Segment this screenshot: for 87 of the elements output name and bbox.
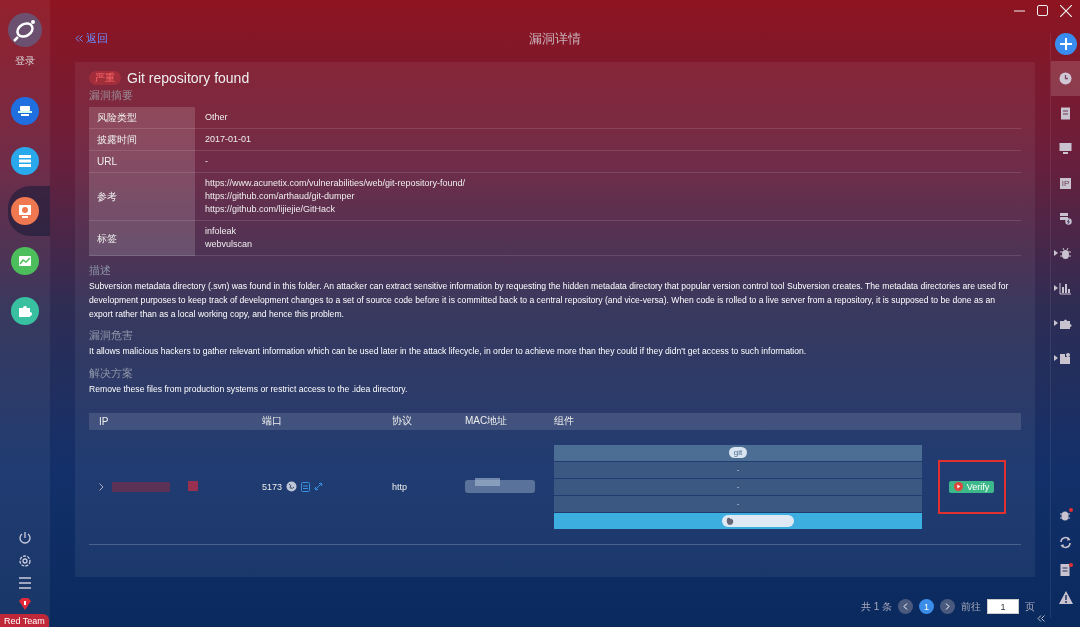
- database-icon[interactable]: [301, 482, 311, 492]
- team-badge: Red Team: [0, 614, 49, 627]
- hat-icon: [17, 103, 33, 119]
- port-value: 5173: [262, 482, 283, 492]
- ip-icon: IP: [1059, 178, 1072, 189]
- logo-icon[interactable]: [8, 13, 42, 47]
- section-heading: 漏洞危害: [89, 329, 133, 344]
- section-text: Remove these files from production systems or restrict access to the .idea directory.: [89, 383, 409, 397]
- protocol-value: http: [392, 482, 408, 492]
- column-header: IP: [98, 416, 110, 427]
- section-heading: 解决方案: [89, 367, 133, 382]
- menu-icon[interactable]: [18, 577, 32, 589]
- settings-icon[interactable]: [18, 554, 32, 568]
- goto-label: 前往: [961, 599, 981, 614]
- field-value: webvulscan: [205, 238, 254, 251]
- column-header: 端口: [262, 414, 283, 429]
- double-chevron-icon: [75, 35, 83, 42]
- field-value: https://github.com/lijiejie/GitHack: [205, 203, 337, 216]
- component-value: -: [736, 499, 740, 509]
- field-value: Other: [205, 111, 229, 124]
- field-value: https://github.com/arthaud/git-dumper: [205, 190, 356, 203]
- field-label: 披露时间: [97, 134, 137, 145]
- warning-icon[interactable]: [1058, 591, 1073, 604]
- field-label: 风险类型: [97, 112, 137, 123]
- field-label: 参考: [97, 191, 117, 202]
- component-value: -: [736, 482, 740, 492]
- field-value: https://www.acunetix.com/vulnerabilities/web/git-repository-found/: [205, 177, 467, 190]
- field-label: 标签: [97, 232, 117, 244]
- expand-arrow-icon: [1053, 250, 1058, 256]
- field-value: infoleak: [205, 225, 238, 238]
- server-icon: [17, 153, 33, 169]
- field-label: URL: [97, 156, 117, 167]
- redacted-os-tag: [722, 514, 794, 528]
- server-bolt-icon: [1059, 212, 1072, 225]
- column-header: MAC地址: [465, 414, 509, 429]
- expand-arrow-icon: [1053, 320, 1058, 326]
- expand-icon[interactable]: [99, 483, 104, 491]
- page-number[interactable]: 1: [919, 599, 934, 614]
- collapse-icon[interactable]: [1037, 615, 1045, 622]
- chart-icon: [17, 253, 33, 269]
- toolbar-item[interactable]: IP: [1050, 166, 1080, 201]
- monitor-icon: [1059, 142, 1072, 155]
- refresh-icon[interactable]: [1059, 536, 1072, 549]
- section-heading: 漏洞摘要: [89, 89, 133, 103]
- component-value: -: [736, 465, 740, 475]
- severity-badge: 严重: [89, 71, 121, 85]
- close-icon[interactable]: [1060, 5, 1072, 17]
- bug-icon: [1059, 247, 1072, 260]
- prev-page-button[interactable]: [898, 599, 913, 614]
- back-link[interactable]: 返回: [75, 31, 108, 46]
- nav-item[interactable]: [8, 186, 50, 236]
- field-value: 2017-01-01: [205, 133, 253, 146]
- next-page-button[interactable]: [940, 599, 955, 614]
- page-input[interactable]: 1: [987, 599, 1019, 614]
- section-text: Subversion metadata directory (.svn) was found in this folder. An attacker can extract sensitive information by requesting the hidden metadata directory that popular version control tool Subversion creates. The metadata directories are used for development purposes to keep track of development changes to a set of source code before it is committed back to a central repository (and vice-versa). When code is rolled to a live server from a repository, it is supposed to be done as an export rather than as a local working copy, and hence this problem.: [89, 280, 1010, 321]
- power-icon[interactable]: [18, 531, 32, 545]
- column-header: 组件: [554, 414, 575, 429]
- login-label[interactable]: 登录: [15, 54, 35, 68]
- component-tag: git: [728, 447, 748, 459]
- plus-icon: [1059, 38, 1072, 50]
- total-count: 共 1 条: [860, 599, 892, 614]
- puzzle-icon: [17, 303, 33, 319]
- document-icon: [1059, 107, 1072, 120]
- expand-arrow-icon: [1053, 285, 1058, 291]
- puzzle-icon: [1059, 317, 1072, 330]
- page-suffix: 页: [1025, 599, 1035, 614]
- toolbar-item[interactable]: [1050, 61, 1080, 96]
- report-alert-icon[interactable]: [1058, 563, 1073, 577]
- maximize-icon[interactable]: [1037, 5, 1048, 16]
- gem-icon: [18, 598, 32, 610]
- globe-icon: [286, 481, 298, 493]
- bug-alert-icon[interactable]: [1058, 508, 1073, 522]
- section-text: It allows malicious hackers to gather relevant information which can be used later in the attack lifecycle, in order to achieve more than they could if they didn't get access to such information.: [89, 345, 808, 359]
- expand-arrow-icon: [1053, 355, 1058, 361]
- field-value: -: [205, 155, 209, 168]
- clock-icon: [1059, 72, 1072, 85]
- section-heading: 描述: [89, 264, 111, 278]
- chevron-left-icon: [903, 603, 908, 610]
- play-icon: [953, 482, 963, 492]
- chevron-right-icon: [945, 603, 950, 610]
- column-header: 协议: [392, 414, 413, 429]
- page-title: 漏洞详情: [529, 30, 581, 48]
- add-button[interactable]: [1054, 33, 1077, 55]
- vulnerability-title: Git repository found: [127, 70, 250, 86]
- puzzle-icon: [1059, 352, 1072, 365]
- monitor-bug-icon: [17, 203, 33, 219]
- bar-chart-icon: [1059, 282, 1072, 295]
